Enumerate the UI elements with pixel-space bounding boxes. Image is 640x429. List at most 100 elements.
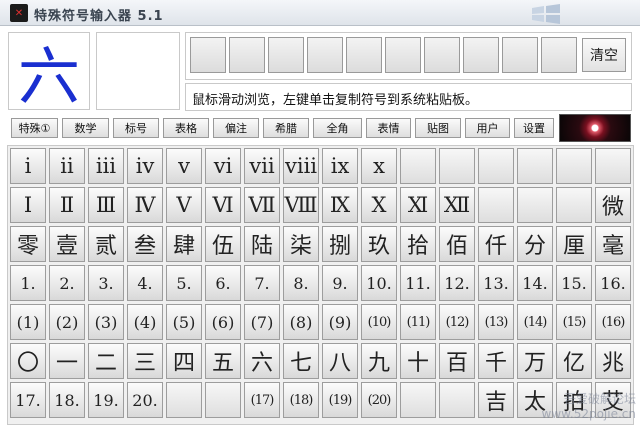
symbol-cell[interactable]: 肆 [166, 226, 202, 262]
symbol-cell[interactable]: ⅵ [205, 148, 241, 184]
symbol-cell[interactable]: 九 [361, 343, 397, 379]
symbol-cell[interactable]: 十 [400, 343, 436, 379]
symbol-cell[interactable]: 12. [439, 265, 475, 301]
symbol-cell[interactable]: ⅳ [127, 148, 163, 184]
symbol-cell[interactable]: 五 [205, 343, 241, 379]
symbol-cell[interactable]: 佰 [439, 226, 475, 262]
symbol-cell[interactable]: (11) [400, 304, 436, 340]
symbol-cell[interactable]: (15) [556, 304, 592, 340]
symbol-cell[interactable]: ⅸ [322, 148, 358, 184]
clear-button[interactable]: 清空 [582, 38, 626, 72]
empty-symbol-cell[interactable] [595, 148, 631, 184]
symbol-cell[interactable]: 18. [49, 382, 85, 418]
category-button[interactable]: 表格 [163, 118, 209, 138]
symbol-cell[interactable]: ⅹ [361, 148, 397, 184]
symbol-cell[interactable]: (1) [10, 304, 46, 340]
empty-symbol-cell[interactable] [517, 187, 553, 223]
symbol-cell[interactable]: (17) [244, 382, 280, 418]
recent-slot[interactable] [268, 37, 304, 73]
empty-symbol-cell[interactable] [205, 382, 241, 418]
category-button[interactable]: 贴图 [415, 118, 461, 138]
symbol-cell[interactable]: (4) [127, 304, 163, 340]
symbol-cell[interactable]: 微 [595, 187, 631, 223]
empty-symbol-cell[interactable] [166, 382, 202, 418]
symbol-cell[interactable]: 八 [322, 343, 358, 379]
symbol-cell[interactable]: 柒 [283, 226, 319, 262]
symbol-cell[interactable]: 1. [10, 265, 46, 301]
symbol-cell[interactable]: ⅶ [244, 148, 280, 184]
symbol-cell[interactable]: 四 [166, 343, 202, 379]
symbol-cell[interactable]: Ⅱ [49, 187, 85, 223]
symbol-cell[interactable]: (16) [595, 304, 631, 340]
symbol-cell[interactable]: 14. [517, 265, 553, 301]
symbol-cell[interactable]: 9. [322, 265, 358, 301]
symbol-cell[interactable]: (13) [478, 304, 514, 340]
recent-slot[interactable] [463, 37, 499, 73]
symbol-cell[interactable]: 10. [361, 265, 397, 301]
symbol-cell[interactable]: ⅷ [283, 148, 319, 184]
recent-slot[interactable] [502, 37, 538, 73]
symbol-cell[interactable]: (5) [166, 304, 202, 340]
recent-slot[interactable] [541, 37, 577, 73]
symbol-cell[interactable]: 11. [400, 265, 436, 301]
symbol-cell[interactable]: Ⅳ [127, 187, 163, 223]
category-button[interactable]: 设置 [514, 118, 554, 138]
symbol-cell[interactable]: 5. [166, 265, 202, 301]
symbol-cell[interactable]: 零 [10, 226, 46, 262]
symbol-cell[interactable]: (7) [244, 304, 280, 340]
empty-symbol-cell[interactable] [439, 382, 475, 418]
symbol-cell[interactable]: Ⅰ [10, 187, 46, 223]
symbol-cell[interactable]: Ⅲ [88, 187, 124, 223]
symbol-cell[interactable]: Ⅸ [322, 187, 358, 223]
symbol-cell[interactable]: Ⅺ [400, 187, 436, 223]
symbol-cell[interactable]: (10) [361, 304, 397, 340]
symbol-cell[interactable]: 玖 [361, 226, 397, 262]
recent-slot[interactable] [307, 37, 343, 73]
empty-symbol-cell[interactable] [400, 148, 436, 184]
symbol-cell[interactable]: 仟 [478, 226, 514, 262]
empty-symbol-cell[interactable] [556, 187, 592, 223]
empty-symbol-cell[interactable] [478, 148, 514, 184]
symbol-cell[interactable]: 拾 [400, 226, 436, 262]
symbol-cell[interactable]: (19) [322, 382, 358, 418]
recent-slot[interactable] [190, 37, 226, 73]
symbol-cell[interactable]: Ⅻ [439, 187, 475, 223]
symbol-cell[interactable]: 千 [478, 343, 514, 379]
symbol-cell[interactable]: 二 [88, 343, 124, 379]
symbol-cell[interactable]: 兆 [595, 343, 631, 379]
symbol-cell[interactable]: ⅰ [10, 148, 46, 184]
symbol-cell[interactable]: (9) [322, 304, 358, 340]
symbol-cell[interactable]: 4. [127, 265, 163, 301]
symbol-cell[interactable]: 叁 [127, 226, 163, 262]
symbol-cell[interactable]: (2) [49, 304, 85, 340]
symbol-cell[interactable]: 万 [517, 343, 553, 379]
symbol-cell[interactable]: Ⅷ [283, 187, 319, 223]
symbol-cell[interactable]: 厘 [556, 226, 592, 262]
symbol-cell[interactable]: 亿 [556, 343, 592, 379]
symbol-cell[interactable]: 伍 [205, 226, 241, 262]
symbol-cell[interactable]: 陆 [244, 226, 280, 262]
symbol-cell[interactable]: Ⅴ [166, 187, 202, 223]
symbol-cell[interactable]: 三 [127, 343, 163, 379]
category-button[interactable]: 用户 [465, 118, 510, 138]
symbol-cell[interactable]: 贰 [88, 226, 124, 262]
symbol-cell[interactable]: ⅲ [88, 148, 124, 184]
symbol-cell[interactable]: Ⅶ [244, 187, 280, 223]
symbol-cell[interactable]: 百 [439, 343, 475, 379]
symbol-cell[interactable]: 六 [244, 343, 280, 379]
symbol-cell[interactable]: 6. [205, 265, 241, 301]
symbol-cell[interactable]: 7. [244, 265, 280, 301]
symbol-cell[interactable]: (14) [517, 304, 553, 340]
symbol-cell[interactable]: Ⅵ [205, 187, 241, 223]
symbol-cell[interactable]: (20) [361, 382, 397, 418]
symbol-cell[interactable]: (3) [88, 304, 124, 340]
app-icon[interactable]: ✕ [10, 4, 28, 22]
symbol-cell[interactable]: (12) [439, 304, 475, 340]
symbol-cell[interactable]: 15. [556, 265, 592, 301]
recent-slot[interactable] [424, 37, 460, 73]
empty-symbol-cell[interactable] [556, 148, 592, 184]
symbol-cell[interactable]: 19. [88, 382, 124, 418]
symbol-cell[interactable]: 分 [517, 226, 553, 262]
symbol-cell[interactable]: 吉 [478, 382, 514, 418]
recent-slot[interactable] [346, 37, 382, 73]
